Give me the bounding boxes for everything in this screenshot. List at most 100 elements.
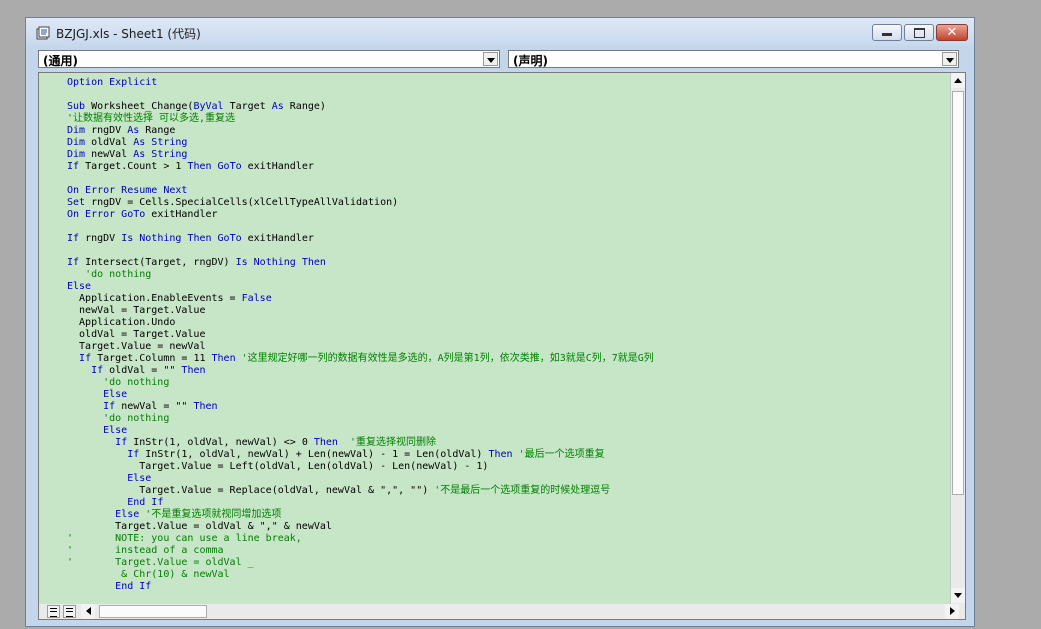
code-keyword: Dim xyxy=(67,149,86,160)
code-text: InStr(1, oldVal, newVal) + Len(newVal) -… xyxy=(139,449,489,460)
vertical-scroll-thumb[interactable] xyxy=(952,91,964,495)
code-text: exitHandler xyxy=(145,209,218,220)
maximize-button[interactable] xyxy=(904,24,934,41)
code-window: BZJGJ.xls - Sheet1 (代码) ✕ (通用) (声明) Opti… xyxy=(25,17,975,627)
code-comment: '不是最后一个选项重复的时候处理逗号 xyxy=(434,485,611,496)
code-text: InStr(1, oldVal, newVal) <> 0 xyxy=(127,437,314,448)
code-text: oldVal xyxy=(85,137,134,148)
code-keyword: Then GoTo xyxy=(187,161,242,172)
code-line: Else xyxy=(67,473,654,485)
code-comment: 'do nothing xyxy=(85,269,152,280)
code-text: Target.Value = oldVal & "," & newVal xyxy=(67,521,332,532)
code-text: Application.EnableEvents = xyxy=(67,293,242,304)
code-line: On Error GoTo exitHandler xyxy=(67,209,654,221)
code-text: newVal = Target.Value xyxy=(67,305,206,316)
code-keyword: ByVal xyxy=(193,101,224,112)
chevron-down-icon xyxy=(487,58,495,63)
code-line: Application.Undo xyxy=(67,317,654,329)
maximize-icon xyxy=(914,28,925,38)
code-line: oldVal = Target.Value xyxy=(67,329,654,341)
scroll-down-button[interactable] xyxy=(951,588,965,603)
vertical-scrollbar[interactable] xyxy=(950,73,965,604)
code-line: Set rngDV = Cells.SpecialCells(xlCellTyp… xyxy=(67,197,654,209)
code-text: Intersect(Target, rngDV) xyxy=(79,257,236,268)
code-keyword: As xyxy=(127,125,140,136)
code-line: 'do nothing xyxy=(67,377,654,389)
code-keyword: End If xyxy=(115,581,152,592)
code-keyword: Then xyxy=(181,365,206,376)
code-comment: '让数据有效性选择 可以多选,重复选 xyxy=(67,113,236,124)
procedure-bar: (通用) (声明) xyxy=(32,48,962,70)
code-keyword: Then xyxy=(313,437,338,448)
code-text: Range xyxy=(139,125,176,136)
code-line: On Error Resume Next xyxy=(67,185,654,197)
code-text: rngDV = Cells.SpecialCells(xlCellTypeAll… xyxy=(85,197,399,208)
code-line: Target.Value = Replace(oldVal, newVal & … xyxy=(67,485,654,497)
code-keyword: If xyxy=(79,353,92,364)
code-keyword: Then xyxy=(488,449,513,460)
code-comment: '重复选择视同删除 xyxy=(350,437,437,448)
code-keyword: Else xyxy=(103,425,128,436)
code-keyword: If xyxy=(67,257,80,268)
code-editor: Option Explicit Sub Worksheet_Change(ByV… xyxy=(38,72,966,620)
code-comment: ' NOTE: you can use a line break, xyxy=(67,533,302,544)
code-keyword: Sub xyxy=(67,101,86,112)
close-button[interactable]: ✕ xyxy=(936,24,968,41)
code-text: Worksheet_Change( xyxy=(85,101,194,112)
code-line: End If xyxy=(67,497,654,509)
arrow-left-icon xyxy=(86,607,91,615)
close-icon: ✕ xyxy=(946,25,958,40)
scroll-left-button[interactable] xyxy=(81,604,95,619)
code-line: If oldVal = "" Then xyxy=(67,365,654,377)
code-comment: ' Target.Value = oldVal _ xyxy=(67,557,254,568)
procedure-dropdown[interactable]: (声明) xyxy=(508,50,959,68)
code-line: Sub Worksheet_Change(ByVal Target As Ran… xyxy=(67,101,654,113)
code-keyword: If xyxy=(127,449,140,460)
procedure-dropdown-button[interactable] xyxy=(942,52,957,66)
code-text: oldVal = Target.Value xyxy=(67,329,206,340)
object-dropdown[interactable]: (通用) xyxy=(38,50,500,68)
minimize-button[interactable] xyxy=(872,24,902,41)
vba-module-icon xyxy=(36,26,50,40)
code-line: If newVal = "" Then xyxy=(67,401,654,413)
code-comment: '不是重复选项就视同增加选项 xyxy=(145,509,282,520)
scroll-right-button[interactable] xyxy=(945,604,959,619)
code-text: oldVal = "" xyxy=(103,365,182,376)
code-keyword: As xyxy=(271,101,284,112)
code-text: Target.Count > 1 xyxy=(79,161,188,172)
arrow-down-icon xyxy=(954,593,962,598)
code-keyword: As String xyxy=(133,149,188,160)
code-comment: ' instead of a comma xyxy=(67,545,224,556)
code-line: 'do nothing xyxy=(67,413,654,425)
code-keyword: Is Nothing Then xyxy=(235,257,326,268)
code-text: Target.Value = newVal xyxy=(67,341,206,352)
code-line: Option Explicit xyxy=(67,77,654,89)
scroll-up-button[interactable] xyxy=(951,73,965,88)
title-bar[interactable]: BZJGJ.xls - Sheet1 (代码) ✕ xyxy=(26,18,974,46)
code-text: exitHandler xyxy=(241,161,314,172)
code-area[interactable]: Option Explicit Sub Worksheet_Change(ByV… xyxy=(39,73,952,604)
object-dropdown-button[interactable] xyxy=(483,52,498,66)
code-keyword: Else xyxy=(103,389,128,400)
code-comment: 'do nothing xyxy=(103,413,170,424)
code-line: ' instead of a comma xyxy=(67,545,654,557)
horizontal-scroll-thumb[interactable] xyxy=(99,605,207,618)
code-text: Target.Value = Left(oldVal, Len(oldVal) … xyxy=(67,461,489,472)
code-line: Dim newVal As String xyxy=(67,149,654,161)
procedure-view-button[interactable] xyxy=(47,605,60,618)
code-line: Else '不是重复选项就视同增加选项 xyxy=(67,509,654,521)
code-keyword: Dim xyxy=(67,137,86,148)
full-module-view-button[interactable] xyxy=(63,605,76,618)
code-text: exitHandler xyxy=(241,233,314,244)
